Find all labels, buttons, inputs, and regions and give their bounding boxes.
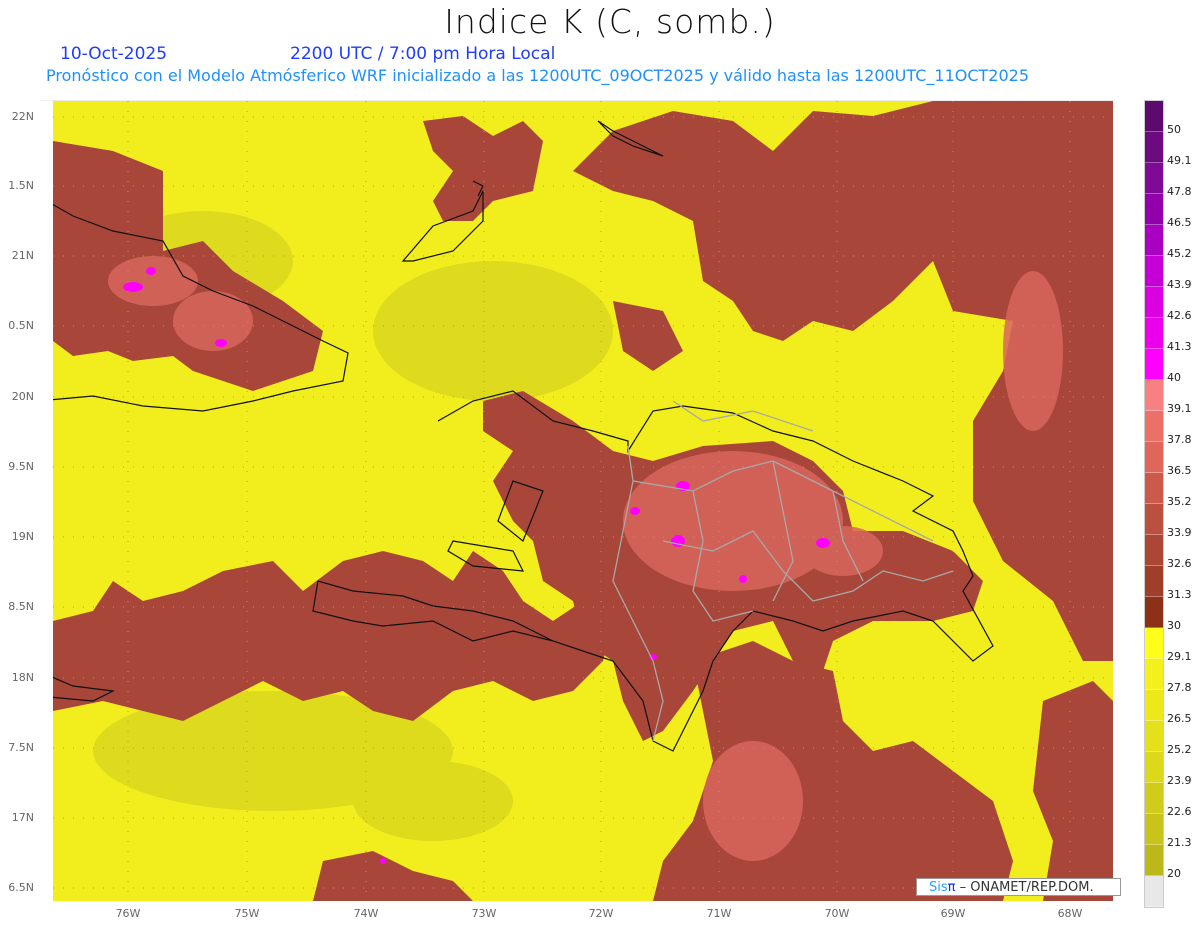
colorbar-label: 29.1 (1167, 650, 1192, 663)
lat-label: 7.5N (8, 741, 34, 754)
lat-label: 20N (11, 390, 34, 403)
colorbar-label: 39.1 (1167, 402, 1192, 415)
colorbar-label: 20 (1167, 867, 1181, 880)
forecast-date: 10-Oct-2025 (60, 44, 168, 64)
colorbar-label: 45.2 (1167, 247, 1192, 260)
lat-label: 0.5N (8, 319, 34, 332)
lat-label: 8.5N (8, 600, 34, 613)
forecast-time: 2200 UTC / 7:00 pm Hora Local (290, 44, 556, 64)
colorbar-label: 41.3 (1167, 340, 1192, 353)
colorbar-label: 26.5 (1167, 712, 1192, 725)
colorbar-swatch (1145, 411, 1163, 442)
map-title: Indice K (C, somb.) (444, 2, 776, 41)
lon-label: 76W (115, 907, 141, 920)
k-index-map (53, 101, 1113, 901)
colorbar-label: 49.1 (1167, 154, 1192, 167)
colorbar-swatch (1145, 628, 1163, 659)
colorbar-label: 42.6 (1167, 309, 1192, 322)
credit-box: Sisπ – ONAMET/REP.DOM. (916, 878, 1121, 896)
lat-label: 1.5N (8, 179, 34, 192)
colorbar-label: 32.6 (1167, 557, 1192, 570)
colorbar (1144, 100, 1164, 908)
lon-label: 68W (1057, 907, 1083, 920)
lat-label: 9.5N (8, 460, 34, 473)
lon-label: 75W (234, 907, 260, 920)
lat-label: 6.5N (8, 881, 34, 894)
colorbar-label: 21.3 (1167, 836, 1192, 849)
colorbar-swatch (1145, 814, 1163, 845)
colorbar-label: 30 (1167, 619, 1181, 632)
colorbar-swatch (1145, 845, 1163, 876)
colorbar-swatch (1145, 349, 1163, 380)
lon-label: 69W (940, 907, 966, 920)
colorbar-swatch (1145, 163, 1163, 194)
lat-label: 17N (11, 811, 34, 824)
lat-label: 19N (11, 530, 34, 543)
colorbar-label: 22.6 (1167, 805, 1192, 818)
colorbar-swatch (1145, 473, 1163, 504)
colorbar-label: 27.8 (1167, 681, 1192, 694)
colorbar-swatch (1145, 287, 1163, 318)
colorbar-swatch (1145, 380, 1163, 411)
lon-label: 74W (353, 907, 379, 920)
lat-label: 22N (11, 110, 34, 123)
colorbar-label: 23.9 (1167, 774, 1192, 787)
colorbar-label: 50 (1167, 123, 1181, 136)
lon-label: 70W (824, 907, 850, 920)
colorbar-swatch (1145, 442, 1163, 473)
lat-label: 18N (11, 671, 34, 684)
colorbar-label: 36.5 (1167, 464, 1192, 477)
lon-label: 73W (471, 907, 497, 920)
lon-label: 71W (706, 907, 732, 920)
colorbar-label: 25.2 (1167, 743, 1192, 756)
colorbar-label: 43.9 (1167, 278, 1192, 291)
colorbar-label: 33.9 (1167, 526, 1192, 539)
colorbar-label: 35.2 (1167, 495, 1192, 508)
model-subtitle: Pronóstico con el Modelo Atmósferico WRF… (46, 66, 1030, 85)
colorbar-swatch (1145, 876, 1163, 907)
colorbar-swatch (1145, 597, 1163, 628)
colorbar-swatch (1145, 721, 1163, 752)
lat-label: 21N (11, 249, 34, 262)
colorbar-label: 40 (1167, 371, 1181, 384)
colorbar-label: 46.5 (1167, 216, 1192, 229)
colorbar-swatch (1145, 659, 1163, 690)
colorbar-swatch (1145, 783, 1163, 814)
lon-label: 72W (588, 907, 614, 920)
colorbar-label: 31.3 (1167, 588, 1192, 601)
colorbar-swatch (1145, 225, 1163, 256)
colorbar-swatch (1145, 318, 1163, 349)
colorbar-label: 47.8 (1167, 185, 1192, 198)
colorbar-swatch (1145, 752, 1163, 783)
credit-sis: Sis (929, 880, 948, 895)
credit-org: – ONAMET/REP.DOM. (955, 880, 1094, 895)
colorbar-swatch (1145, 535, 1163, 566)
colorbar-swatch (1145, 690, 1163, 721)
colorbar-swatch (1145, 132, 1163, 163)
colorbar-swatch (1145, 256, 1163, 287)
colorbar-label: 37.8 (1167, 433, 1192, 446)
colorbar-swatch (1145, 566, 1163, 597)
colorbar-swatch (1145, 194, 1163, 225)
colorbar-swatch (1145, 504, 1163, 535)
colorbar-swatch (1145, 101, 1163, 132)
